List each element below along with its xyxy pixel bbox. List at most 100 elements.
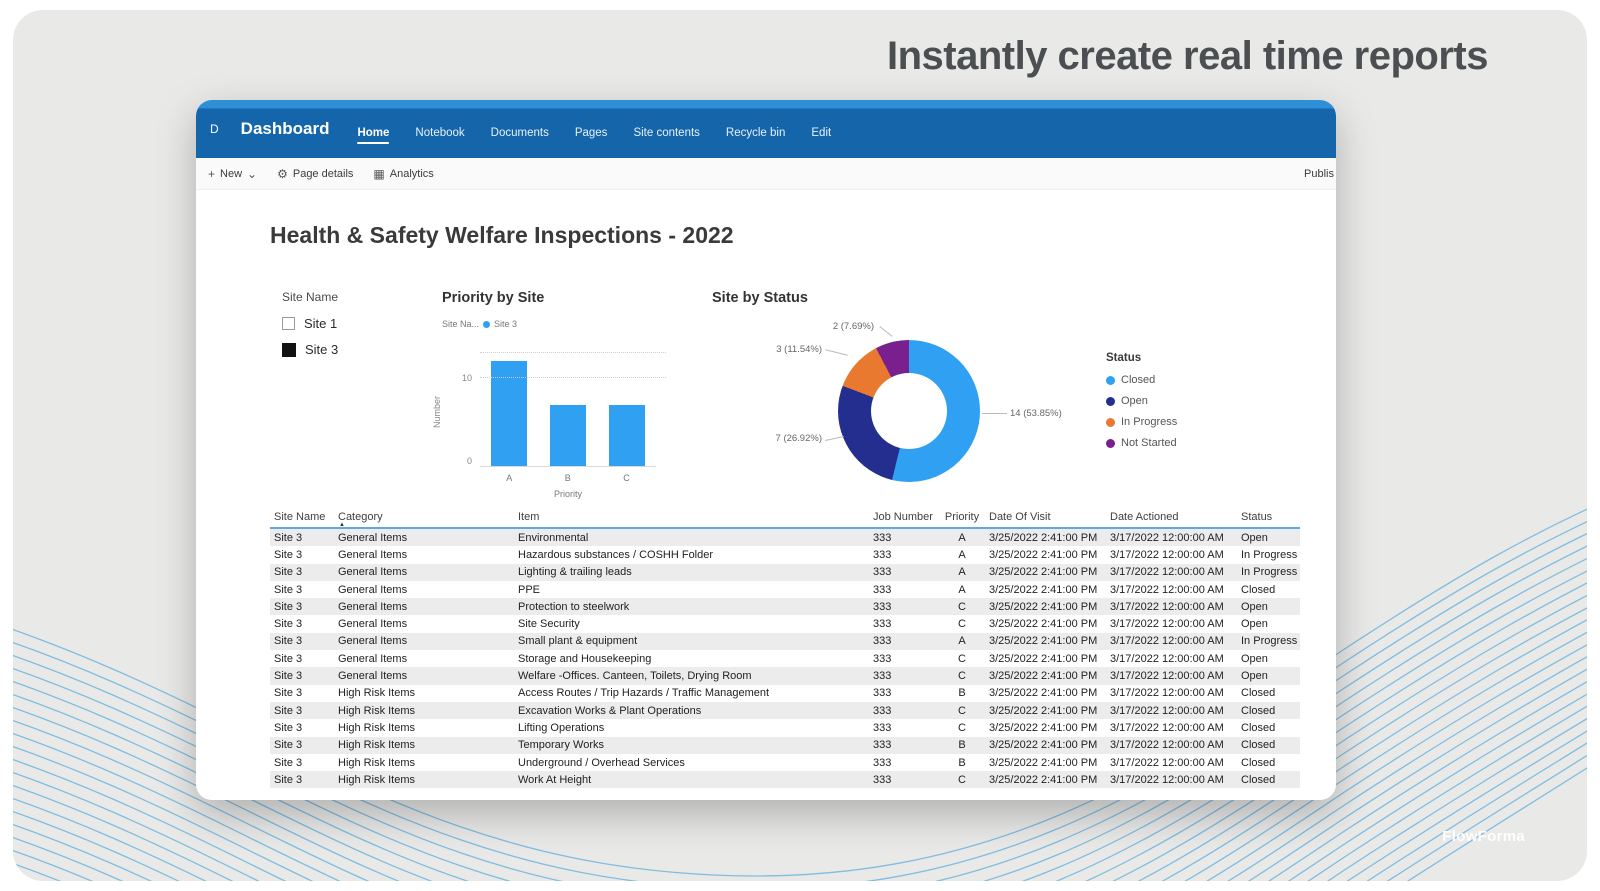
cell: High Risk Items	[334, 773, 514, 787]
cell: 3/25/2022 2:41:00 PM	[985, 686, 1106, 700]
cell: 3/25/2022 2:41:00 PM	[985, 634, 1106, 648]
cell: In Progress	[1237, 634, 1300, 648]
cell: Open	[1237, 617, 1300, 631]
cell: B	[939, 686, 985, 700]
cell: Protection to steelwork	[514, 600, 869, 614]
y-axis-label: Number	[432, 396, 442, 428]
legend-item-in-progress[interactable]: In Progress	[1106, 416, 1177, 428]
column-header-label: Site Name	[274, 511, 325, 523]
nav-item-documents[interactable]: Documents	[491, 127, 549, 144]
table-row[interactable]: Site 3High Risk ItemsUnderground / Overh…	[270, 754, 1300, 771]
status-legend: Status Closed Open In Progress Not Started	[1106, 352, 1177, 458]
table-row[interactable]: Site 3General ItemsSite Security333C3/25…	[270, 615, 1300, 632]
nav-item-edit[interactable]: Edit	[811, 127, 831, 144]
nav-item-notebook[interactable]: Notebook	[415, 127, 464, 144]
slicer-option-site-3[interactable]: Site 3	[282, 342, 338, 357]
y-tick-0: 0	[448, 456, 472, 466]
cell: High Risk Items	[334, 756, 514, 770]
legend-dot-icon	[1106, 376, 1115, 385]
table-body: Site 3General ItemsEnvironmental333A3/25…	[270, 529, 1300, 788]
column-header-site-name[interactable]: Site Name	[270, 509, 334, 525]
cell: 3/25/2022 2:41:00 PM	[985, 669, 1106, 683]
donut-callout-in-progress: 3 (11.54%)	[748, 344, 822, 355]
legend-item-label: Not Started	[1121, 437, 1177, 449]
toolbar: + New ⌄ ⚙ Page details ▦ Analytics Publi…	[196, 158, 1336, 190]
bar-c[interactable]	[609, 405, 645, 466]
cell: 3/25/2022 2:41:00 PM	[985, 652, 1106, 666]
table-row[interactable]: Site 3General ItemsProtection to steelwo…	[270, 598, 1300, 615]
cell: 3/17/2022 12:00:00 AM	[1106, 617, 1237, 631]
cell: 333	[869, 721, 939, 735]
new-button[interactable]: + New ⌄	[208, 168, 257, 180]
cell: General Items	[334, 600, 514, 614]
cell: 333	[869, 548, 939, 562]
table-row[interactable]: Site 3High Risk ItemsExcavation Works & …	[270, 702, 1300, 719]
table-row[interactable]: Site 3High Risk ItemsTemporary Works333B…	[270, 737, 1300, 754]
column-header-item[interactable]: Item	[514, 509, 869, 525]
cell: General Items	[334, 669, 514, 683]
checkbox-checked-icon[interactable]	[282, 343, 296, 357]
table-row[interactable]: Site 3General ItemsWelfare -Offices. Can…	[270, 667, 1300, 684]
table-row[interactable]: Site 3High Risk ItemsWork At Height333C3…	[270, 771, 1300, 788]
nav-item-site-contents[interactable]: Site contents	[633, 127, 699, 144]
cell: PPE	[514, 583, 869, 597]
cell: Site 3	[270, 548, 334, 562]
cell: Open	[1237, 600, 1300, 614]
column-header-status[interactable]: Status	[1237, 509, 1300, 525]
cell: Site 3	[270, 756, 334, 770]
nav-item-home[interactable]: Home	[357, 127, 389, 144]
column-header-category[interactable]: Category▲	[334, 509, 514, 525]
cell: 333	[869, 686, 939, 700]
table-row[interactable]: Site 3General ItemsLighting & trailing l…	[270, 564, 1300, 581]
legend-dot-icon	[1106, 397, 1115, 406]
legend-item-closed[interactable]: Closed	[1106, 374, 1177, 386]
cell: Storage and Housekeeping	[514, 652, 869, 666]
cell: 3/17/2022 12:00:00 AM	[1106, 634, 1237, 648]
column-header-date-of-visit[interactable]: Date Of Visit	[985, 509, 1106, 525]
status-legend-title: Status	[1106, 352, 1177, 364]
donut-callout-closed: 14 (53.85%)	[1010, 408, 1062, 419]
legend-item-label: In Progress	[1121, 416, 1177, 428]
table-row[interactable]: Site 3General ItemsPPE333A3/25/2022 2:41…	[270, 581, 1300, 598]
table-row[interactable]: Site 3General ItemsStorage and Housekeep…	[270, 650, 1300, 667]
cell: General Items	[334, 634, 514, 648]
legend-dot-icon	[1106, 439, 1115, 448]
slicer-option-site-1[interactable]: Site 1	[282, 316, 338, 331]
table-row[interactable]: Site 3High Risk ItemsLifting Operations3…	[270, 719, 1300, 736]
column-header-job-number[interactable]: Job Number	[869, 509, 939, 525]
x-tick-label: A	[506, 473, 512, 483]
publish-button[interactable]: Publis	[1304, 158, 1334, 189]
nav-item-pages[interactable]: Pages	[575, 127, 608, 144]
nav-item-recycle-bin[interactable]: Recycle bin	[726, 127, 785, 144]
cell: 3/17/2022 12:00:00 AM	[1106, 704, 1237, 718]
bar-legend-series-label: Site 3	[494, 319, 517, 329]
bar-b[interactable]	[550, 405, 586, 466]
table-row[interactable]: Site 3General ItemsEnvironmental333A3/25…	[270, 529, 1300, 546]
legend-item-not-started[interactable]: Not Started	[1106, 437, 1177, 449]
table-row[interactable]: Site 3General ItemsSmall plant & equipme…	[270, 633, 1300, 650]
cell: Work At Height	[514, 773, 869, 787]
cell: B	[939, 756, 985, 770]
table-row[interactable]: Site 3General ItemsHazardous substances …	[270, 546, 1300, 563]
legend-item-label: Closed	[1121, 374, 1155, 386]
donut-callout-not-started: 2 (7.69%)	[794, 321, 874, 332]
table-row[interactable]: Site 3High Risk ItemsAccess Routes / Tri…	[270, 685, 1300, 702]
cell: Open	[1237, 531, 1300, 545]
page-details-button[interactable]: ⚙ Page details	[277, 168, 353, 180]
cell: 3/17/2022 12:00:00 AM	[1106, 756, 1237, 770]
column-header-label: Date Actioned	[1110, 511, 1179, 523]
checkbox-unchecked-icon[interactable]	[282, 317, 295, 330]
column-header-priority[interactable]: Priority	[939, 509, 985, 525]
column-header-date-actioned[interactable]: Date Actioned	[1106, 509, 1237, 525]
cell: 333	[869, 773, 939, 787]
cell: General Items	[334, 565, 514, 579]
cell: Open	[1237, 652, 1300, 666]
legend-item-open[interactable]: Open	[1106, 395, 1177, 407]
cell: 333	[869, 669, 939, 683]
cell: Site 3	[270, 773, 334, 787]
analytics-button[interactable]: ▦ Analytics	[373, 168, 433, 180]
column-header-label: Priority	[945, 511, 979, 523]
cell: High Risk Items	[334, 704, 514, 718]
bar-legend-title: Site Na...	[442, 319, 479, 329]
plus-icon: +	[208, 168, 215, 180]
